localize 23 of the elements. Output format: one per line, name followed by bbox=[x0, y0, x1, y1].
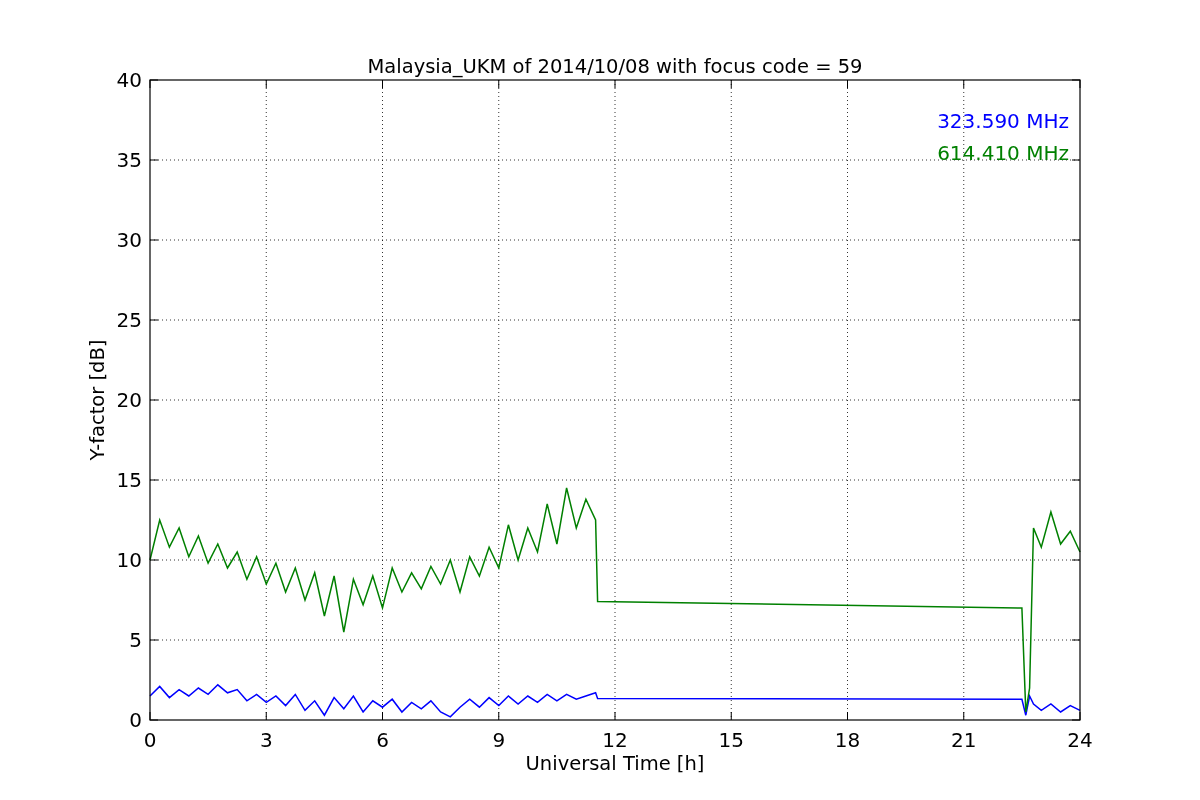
x-tick-label: 18 bbox=[834, 728, 861, 752]
y-tick-label: 20 bbox=[116, 388, 142, 412]
y-tick-label: 25 bbox=[116, 308, 142, 332]
legend-label: 614.410 MHz bbox=[937, 141, 1069, 165]
y-tick-label: 40 bbox=[116, 68, 142, 92]
x-tick-label: 21 bbox=[951, 728, 977, 752]
x-axis-label: Universal Time [h] bbox=[525, 752, 705, 775]
x-tick-label: 15 bbox=[718, 728, 744, 752]
y-tick-label: 35 bbox=[116, 148, 142, 172]
y-tick-label: 0 bbox=[129, 708, 142, 732]
x-tick-label: 3 bbox=[259, 728, 273, 752]
legend-label: 323.590 MHz bbox=[937, 109, 1069, 133]
x-tick-label: 24 bbox=[1067, 728, 1093, 752]
y-tick-label: 30 bbox=[116, 228, 142, 252]
y-tick-label: 5 bbox=[129, 628, 142, 652]
y-axis-label: Y-factor [dB] bbox=[86, 339, 109, 461]
x-tick-label: 12 bbox=[602, 728, 628, 752]
x-tick-label: 9 bbox=[492, 728, 506, 752]
x-tick-label: 6 bbox=[376, 728, 389, 752]
chart-title: Malaysia_UKM of 2014/10/08 with focus code = 59 bbox=[367, 55, 863, 78]
y-tick-label: 15 bbox=[116, 468, 142, 492]
y-tick-label: 10 bbox=[116, 548, 142, 572]
x-tick-label: 0 bbox=[143, 728, 157, 752]
